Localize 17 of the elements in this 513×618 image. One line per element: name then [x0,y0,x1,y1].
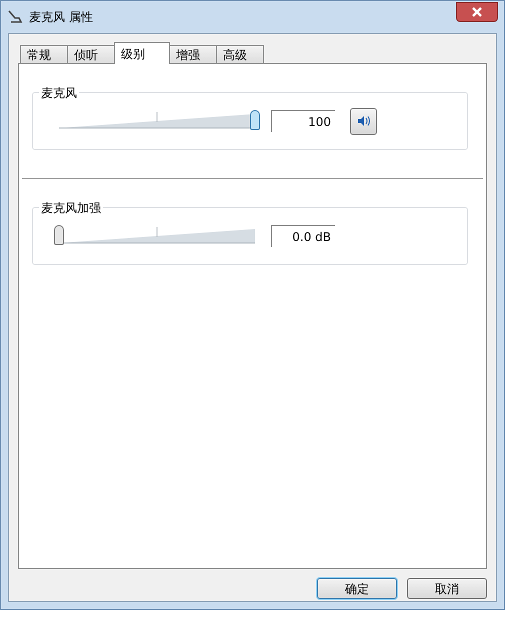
tab[interactable]: 高级 [216,45,264,64]
level-field[interactable]: 100 [271,110,335,132]
mute-button[interactable] [350,108,377,134]
cancel-button[interactable]: 取消 [407,578,487,599]
slider-thumb[interactable] [54,225,64,245]
slider-thumb[interactable] [250,110,260,130]
window-title: 麦克风 属性 [29,9,93,26]
tab[interactable]: 常规 [20,45,68,64]
close-icon [472,7,482,17]
speaker-icon [356,115,370,127]
level-field[interactable]: 0.0 dB [271,225,335,247]
tab[interactable]: 级别 [114,42,170,64]
microphone-icon [7,9,23,25]
tab[interactable]: 增强 [169,45,217,64]
close-button[interactable] [456,2,498,22]
tab[interactable]: 侦听 [67,45,115,64]
ok-button[interactable]: 确定 [317,578,397,599]
